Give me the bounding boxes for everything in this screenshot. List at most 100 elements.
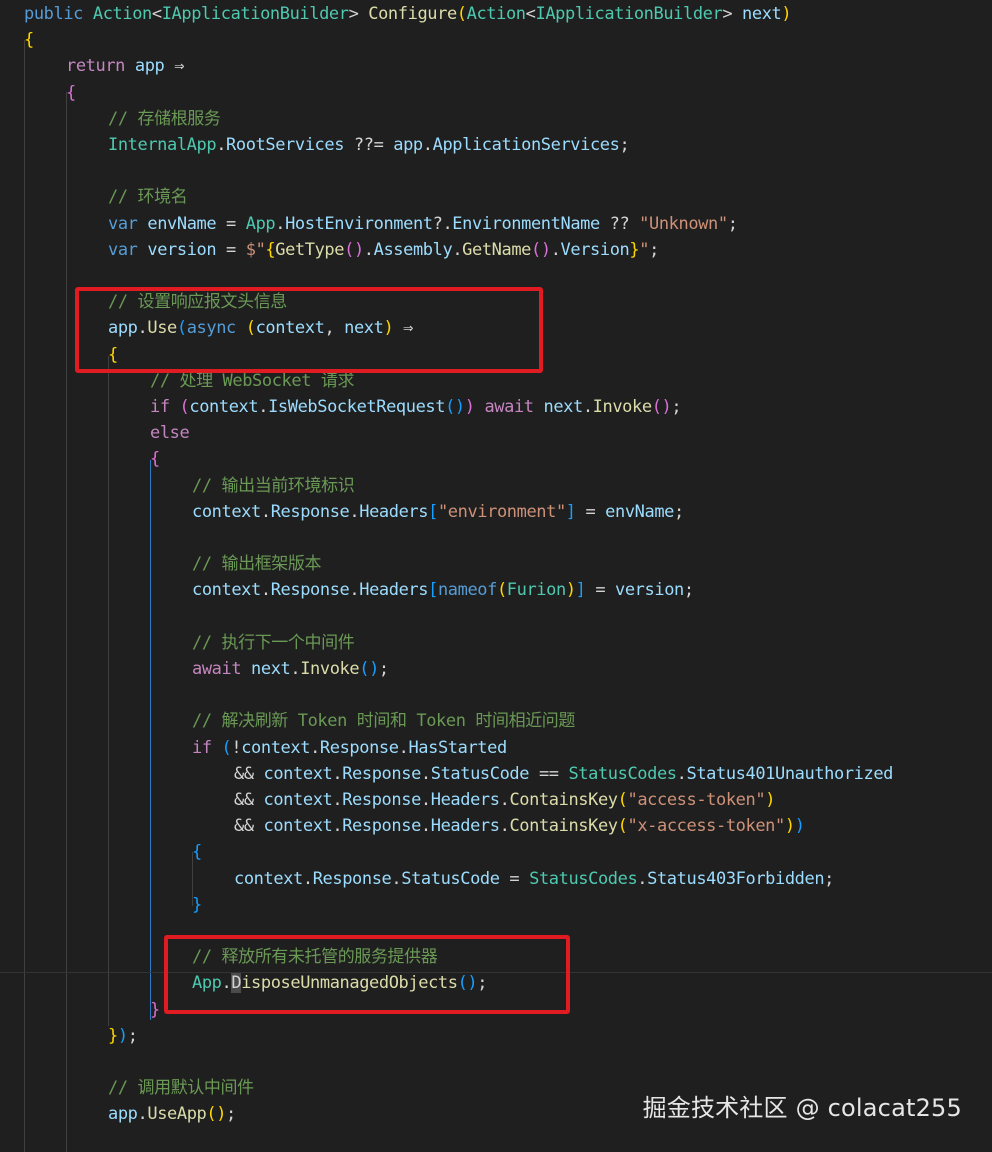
code-token: GetType — [275, 239, 345, 260]
code-token: Response — [270, 580, 350, 601]
code-line[interactable]: && context.Response.Headers.ContainsKey(… — [234, 813, 805, 839]
code-line[interactable]: context.Response.Headers[nameof(Furion)]… — [192, 577, 694, 603]
code-line[interactable]: var version = $"{GetType().Assembly.GetN… — [108, 237, 659, 263]
code-token: IsWebSocketRequest — [268, 397, 446, 417]
code-token: Furion — [506, 580, 566, 601]
code-token: // 调用默认中间件 — [108, 1078, 254, 1099]
code-token: App — [245, 213, 276, 234]
code-token: ) — [784, 816, 795, 837]
code-token: GetName — [462, 239, 532, 260]
code-token: else — [150, 423, 190, 444]
code-line[interactable]: else — [150, 420, 190, 446]
code-line[interactable]: { — [66, 80, 76, 106]
code-token: Action — [92, 4, 152, 24]
code-line[interactable]: app.UseApp(); — [108, 1101, 236, 1127]
code-token: ?? — [599, 213, 640, 234]
code-token: // 输出框架版本 — [192, 554, 322, 575]
code-line[interactable]: } — [192, 892, 202, 918]
code-token: // 环境名 — [108, 187, 188, 208]
code-token: var — [108, 213, 138, 234]
code-token: context — [263, 816, 333, 837]
code-token: ] — [575, 580, 586, 601]
code-token: context — [192, 580, 261, 601]
code-line[interactable]: // 存储根服务 — [108, 106, 221, 132]
code-token: envName — [147, 213, 217, 234]
code-token: . — [260, 580, 271, 601]
code-line[interactable]: var envName = App.HostEnvironment?.Envir… — [108, 211, 738, 237]
code-token: "environment" — [437, 501, 566, 522]
code-token: () — [344, 239, 364, 260]
code-token: "Unknown" — [639, 213, 728, 234]
code-line[interactable]: context.Response.Headers["environment"] … — [192, 499, 684, 525]
code-token: Invoke — [592, 397, 652, 417]
code-token: ( — [617, 790, 628, 810]
code-token: . — [332, 816, 343, 837]
code-line[interactable]: if (!context.Response.HasStarted — [192, 735, 507, 761]
code-token: StatusCodes — [568, 763, 677, 784]
code-line[interactable]: // 执行下一个中间件 — [192, 630, 355, 656]
code-token: IApplicationBuilder — [535, 4, 723, 24]
code-line[interactable]: && context.Response.Headers.ContainsKey(… — [234, 787, 775, 813]
code-token: } — [192, 894, 202, 915]
code-token: ; — [127, 1025, 138, 1046]
code-token: context — [192, 501, 261, 522]
code-token: RootServices — [226, 135, 345, 155]
code-token: { — [150, 449, 160, 470]
code-token: = — [216, 213, 246, 234]
highlight-box-dispose — [164, 935, 570, 1014]
code-token: ; — [226, 1104, 236, 1125]
code-line[interactable]: } — [150, 997, 160, 1023]
code-token: context — [241, 737, 311, 758]
code-line[interactable]: public Action<IApplicationBuilder> Confi… — [24, 1, 792, 27]
code-token: Action — [466, 4, 526, 24]
code-line[interactable]: await next.Invoke(); — [192, 656, 389, 682]
code-line[interactable]: { — [192, 839, 202, 865]
code-token: HasStarted — [408, 737, 507, 758]
code-token: Headers — [430, 816, 500, 837]
code-token: . — [363, 239, 374, 260]
code-token: . — [137, 1104, 148, 1125]
code-token: app — [393, 135, 423, 155]
code-token: " — [639, 239, 650, 260]
code-token: ) — [781, 4, 792, 24]
highlight-box-app-use — [75, 287, 543, 373]
code-line[interactable]: // 环境名 — [108, 184, 188, 210]
code-line[interactable]: { — [24, 27, 34, 53]
code-token: . — [302, 868, 313, 889]
code-line[interactable]: context.Response.StatusCode = StatusCode… — [234, 866, 834, 892]
code-token: // 存储根服务 — [108, 108, 221, 129]
code-token: "access-token" — [627, 790, 766, 810]
code-token: envName — [605, 501, 675, 522]
code-token: context — [263, 763, 333, 784]
code-line[interactable]: InternalApp.RootServices ??= app.Applica… — [108, 132, 630, 158]
watermark-text: 掘金技术社区 @ colacat255 — [642, 1094, 962, 1122]
code-token: Invoke — [300, 659, 360, 679]
code-token: ContainsKey — [509, 816, 618, 837]
code-line[interactable]: // 解决刷新 Token 时间和 Token 时间相近问题 — [192, 708, 575, 734]
code-line[interactable]: // 输出框架版本 — [192, 551, 322, 577]
code-token: ( — [617, 816, 628, 837]
code-line[interactable]: // 输出当前环境标识 — [192, 473, 355, 499]
code-line[interactable]: { — [150, 446, 160, 472]
indent-guide — [108, 356, 109, 1026]
code-line[interactable]: return app ⇒ — [66, 53, 184, 79]
code-line[interactable]: && context.Response.StatusCode == Status… — [234, 761, 893, 787]
code-token: Response — [319, 737, 399, 758]
code-token: } — [108, 1025, 118, 1046]
code-token: . — [550, 239, 561, 260]
code-token: ⇒ — [164, 56, 185, 77]
code-token: version — [615, 580, 684, 601]
code-token: app — [134, 56, 165, 77]
code-line[interactable]: if (context.IsWebSocketRequest()) await … — [150, 394, 682, 420]
code-token: next — [251, 659, 291, 679]
code-token: HostEnvironment — [285, 213, 433, 234]
code-line[interactable]: // 调用默认中间件 — [108, 1075, 254, 1101]
code-token: public — [24, 4, 84, 24]
code-token: = — [575, 501, 606, 522]
code-editor[interactable]: public Action<IApplicationBuilder> Confi… — [0, 0, 992, 1152]
code-line[interactable]: }); — [108, 1023, 138, 1049]
